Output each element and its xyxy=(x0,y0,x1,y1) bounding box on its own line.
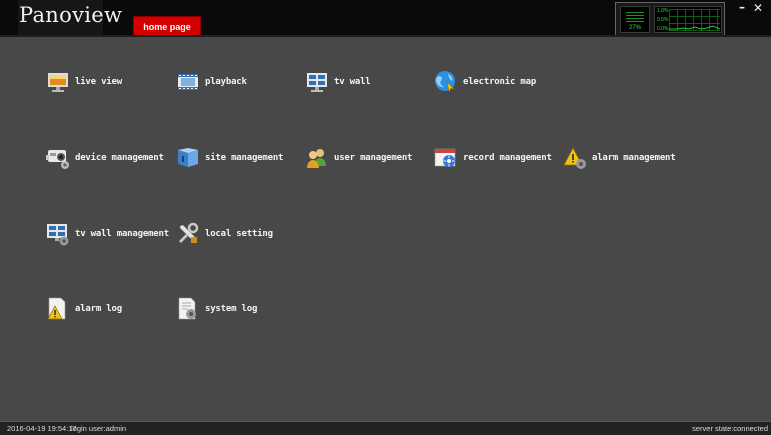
menu-record-management[interactable]: record management xyxy=(434,144,552,172)
menu-label: local setting xyxy=(205,229,273,239)
title-bar: Panoview home page 27% 1.0% 0.5% 0.0% – … xyxy=(0,0,771,37)
cpu-meter: 27% xyxy=(620,6,650,33)
menu-system-log[interactable]: system log xyxy=(176,295,257,323)
user-management-icon xyxy=(305,146,329,170)
menu-device-management[interactable]: device management xyxy=(46,144,164,172)
menu-label: alarm management xyxy=(592,153,676,163)
live-view-icon xyxy=(46,70,70,94)
app-logo: Panoview xyxy=(19,3,123,27)
menu-label: playback xyxy=(205,77,247,87)
menu-label: device management xyxy=(75,153,164,163)
menu-local-setting[interactable]: local setting xyxy=(176,220,273,248)
graph-scale-top: 1.0% xyxy=(657,8,669,14)
menu-label: record management xyxy=(463,153,552,163)
menu-tv-wall[interactable]: tv wall xyxy=(305,68,371,96)
site-management-icon xyxy=(176,146,200,170)
menu-label: electronic map xyxy=(463,77,537,87)
record-management-icon xyxy=(434,146,458,170)
tv-wall-icon xyxy=(305,70,329,94)
cpu-bars xyxy=(626,12,644,24)
menu-label: site management xyxy=(205,153,284,163)
login-user: login user:admin xyxy=(71,424,127,433)
cpu-history-graph: 1.0% 0.5% 0.0% xyxy=(654,6,722,33)
menu-user-management[interactable]: user management xyxy=(305,144,412,172)
tab-home-page[interactable]: home page xyxy=(133,16,201,37)
local-setting-icon xyxy=(176,222,200,246)
menu-alarm-log[interactable]: alarm log xyxy=(46,295,122,323)
close-button[interactable]: ✕ xyxy=(753,2,763,14)
menu-label: tv wall xyxy=(334,77,371,87)
menu-label: alarm log xyxy=(75,304,122,314)
device-management-icon xyxy=(46,146,70,170)
menu-alarm-management[interactable]: alarm management xyxy=(563,144,676,172)
menu-playback[interactable]: playback xyxy=(176,68,247,96)
cpu-percent: 27% xyxy=(628,25,641,31)
status-bar: 2016-04-19 19:54:17 login user:admin ser… xyxy=(0,421,771,435)
menu-live-view[interactable]: live view xyxy=(46,68,122,96)
menu-label: system log xyxy=(205,304,258,314)
menu-tv-wall-management[interactable]: tv wall management xyxy=(46,220,169,248)
electronic-map-icon xyxy=(434,70,458,94)
menu-electronic-map[interactable]: electronic map xyxy=(434,68,536,96)
system-log-icon xyxy=(176,297,200,321)
graph-scale-bottom: 0.0% xyxy=(657,26,669,32)
performance-monitor: 27% 1.0% 0.5% 0.0% xyxy=(615,2,725,37)
menu-label: tv wall management xyxy=(75,229,169,239)
menu-site-management[interactable]: site management xyxy=(176,144,283,172)
minimize-button[interactable]: – xyxy=(739,1,745,13)
tv-wall-management-icon xyxy=(46,222,70,246)
graph-scale-mid: 0.5% xyxy=(657,17,669,23)
menu-label: live view xyxy=(75,77,122,87)
alarm-log-icon xyxy=(46,297,70,321)
alarm-management-icon xyxy=(563,146,587,170)
graph-grid xyxy=(669,9,720,31)
datetime: 2016-04-19 19:54:17 xyxy=(7,424,77,433)
server-state: server state:connected xyxy=(692,424,768,433)
menu-label: user management xyxy=(334,153,413,163)
playback-icon xyxy=(176,70,200,94)
